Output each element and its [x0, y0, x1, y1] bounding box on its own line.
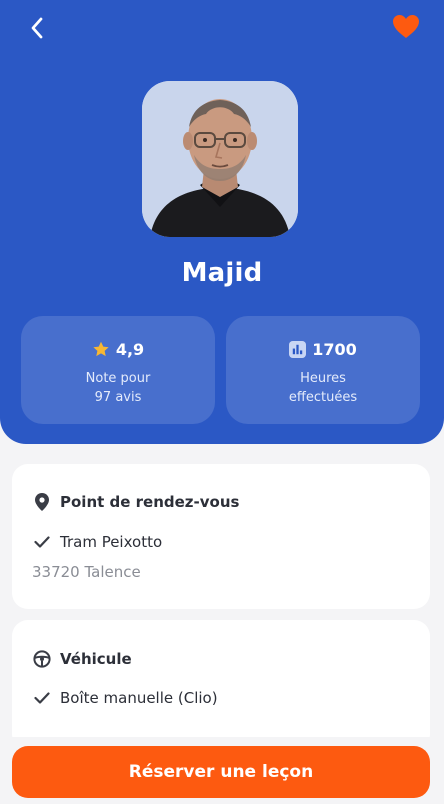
rating-card: 4,9 Note pour 97 avis: [21, 316, 215, 424]
star-icon: [93, 341, 109, 357]
heart-icon: [393, 15, 419, 38]
instructor-avatar: [142, 81, 298, 237]
vehicle-card: Véhicule Boîte manuelle (Clio): [12, 620, 430, 750]
vehicle-gearbox-row: Boîte manuelle (Clio): [32, 688, 218, 708]
vehicle-gearbox: Boîte manuelle (Clio): [60, 689, 218, 707]
vehicle-title: Véhicule: [60, 650, 132, 668]
chevron-left-icon: [31, 17, 43, 39]
hours-label: Heures: [300, 371, 346, 386]
favorite-button[interactable]: [390, 12, 422, 42]
instructor-name: Majid: [181, 258, 263, 288]
check-icon: [32, 688, 52, 708]
avatar-photo: [142, 81, 298, 237]
meeting-place: Tram Peixotto: [60, 533, 163, 551]
steering-wheel-icon: [32, 649, 52, 669]
meeting-address: 33720 Talence: [32, 563, 141, 581]
profile-header: Majid 4,9 Note pour 97 avis 1700 Heures …: [0, 0, 444, 444]
book-lesson-button[interactable]: Réserver une leçon: [12, 746, 430, 798]
bar-chart-icon: [289, 341, 307, 358]
vehicle-header: Véhicule: [32, 649, 132, 669]
hours-card: 1700 Heures effectuées: [226, 316, 420, 424]
check-icon: [32, 532, 52, 552]
meeting-point-card: Point de rendez-vous Tram Peixotto 33720…: [12, 464, 430, 609]
rating-count: 97 avis: [94, 390, 142, 405]
back-button[interactable]: [22, 12, 52, 44]
hours-label-sub: effectuées: [288, 390, 358, 405]
meeting-point-title: Point de rendez-vous: [60, 493, 240, 511]
meeting-point-header: Point de rendez-vous: [32, 492, 239, 512]
location-pin-icon: [32, 492, 52, 512]
hours-value: 1700: [312, 340, 357, 359]
meeting-place-row: Tram Peixotto: [32, 532, 162, 552]
rating-value: 4,9: [115, 340, 145, 359]
rating-label: Note pour: [85, 371, 151, 386]
